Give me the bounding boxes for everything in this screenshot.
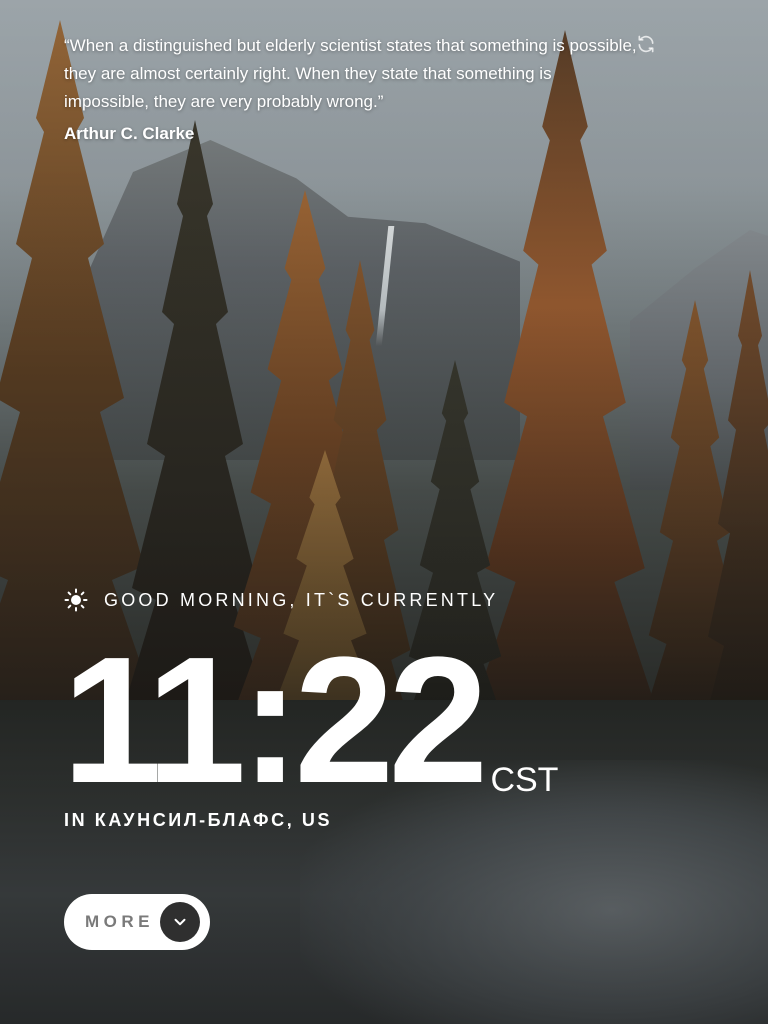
more-button[interactable]: MORE — [64, 894, 210, 950]
greeting: Good Morning, it`s currently — [64, 588, 498, 612]
sun-icon — [64, 588, 88, 612]
quote-author: Arthur C. Clarke — [64, 124, 195, 143]
greeting-text: Good Morning, it`s currently — [104, 589, 499, 610]
clock-timezone: CST — [490, 761, 559, 799]
background-photo — [0, 0, 768, 1024]
clock: 11:22 CST — [62, 620, 559, 821]
chevron-down-icon[interactable] — [160, 902, 200, 942]
refresh-icon[interactable] — [636, 34, 656, 54]
quote-section: “When a distinguished but elderly scient… — [64, 32, 664, 144]
more-button-label: MORE — [85, 912, 154, 931]
quote-text: “When a distinguished but elderly scient… — [64, 36, 637, 111]
clock-time: 11:22 — [62, 620, 488, 821]
location-text: In Каунсил-Блафс, US — [64, 810, 333, 830]
